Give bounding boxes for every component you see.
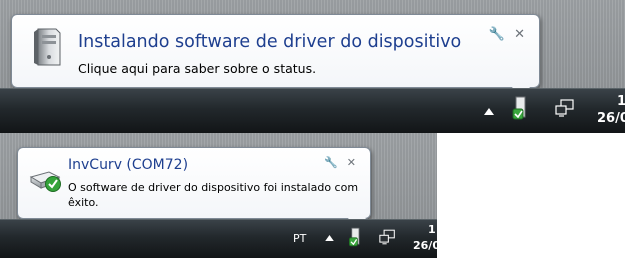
network-icon[interactable] <box>555 99 575 117</box>
screenshot-installing: Instalando software de driver do disposi… <box>0 0 625 133</box>
device-driver-success-icon[interactable] <box>347 226 363 248</box>
close-icon[interactable]: ✕ <box>514 27 525 42</box>
language-indicator[interactable]: PT <box>293 232 306 245</box>
network-icon[interactable] <box>379 229 396 245</box>
balloon-message[interactable]: O software de driver do dispositivo foi … <box>68 180 368 210</box>
close-icon[interactable]: ✕ <box>347 156 356 169</box>
notification-balloon-installed[interactable]: InvCurv (COM72) O software de driver do … <box>17 147 371 230</box>
screenshot-installed: InvCurv (COM72) O software de driver do … <box>0 133 437 258</box>
balloon-title[interactable]: InvCurv (COM72) <box>68 157 188 173</box>
device-driver-install-icon[interactable] <box>510 95 530 121</box>
balloon-controls: 🔧 ✕ <box>324 156 356 169</box>
taskbar: 1 26/0 <box>0 88 625 133</box>
balloon-message[interactable]: Clique aqui para saber sobre o status. <box>78 61 316 76</box>
wrench-icon[interactable]: 🔧 <box>489 27 505 42</box>
notification-balloon-installing[interactable]: Instalando software de driver do disposi… <box>11 14 540 99</box>
wrench-icon[interactable]: 🔧 <box>324 156 338 169</box>
taskbar: PT 1 26/0 <box>0 219 437 258</box>
clock-time[interactable]: 1 <box>617 94 625 109</box>
balloon-controls: 🔧 ✕ <box>489 27 525 42</box>
usb-drive-success-icon <box>29 171 61 192</box>
clock-time[interactable]: 1 <box>428 223 436 236</box>
computer-tower-icon <box>34 28 61 66</box>
clock-date[interactable]: 26/0 <box>597 111 625 126</box>
show-hidden-icons-arrow-icon[interactable] <box>484 108 494 115</box>
balloon-title[interactable]: Instalando software de driver do disposi… <box>78 32 461 52</box>
show-hidden-icons-arrow-icon[interactable] <box>325 235 334 241</box>
clock-date[interactable]: 26/0 <box>413 239 437 252</box>
